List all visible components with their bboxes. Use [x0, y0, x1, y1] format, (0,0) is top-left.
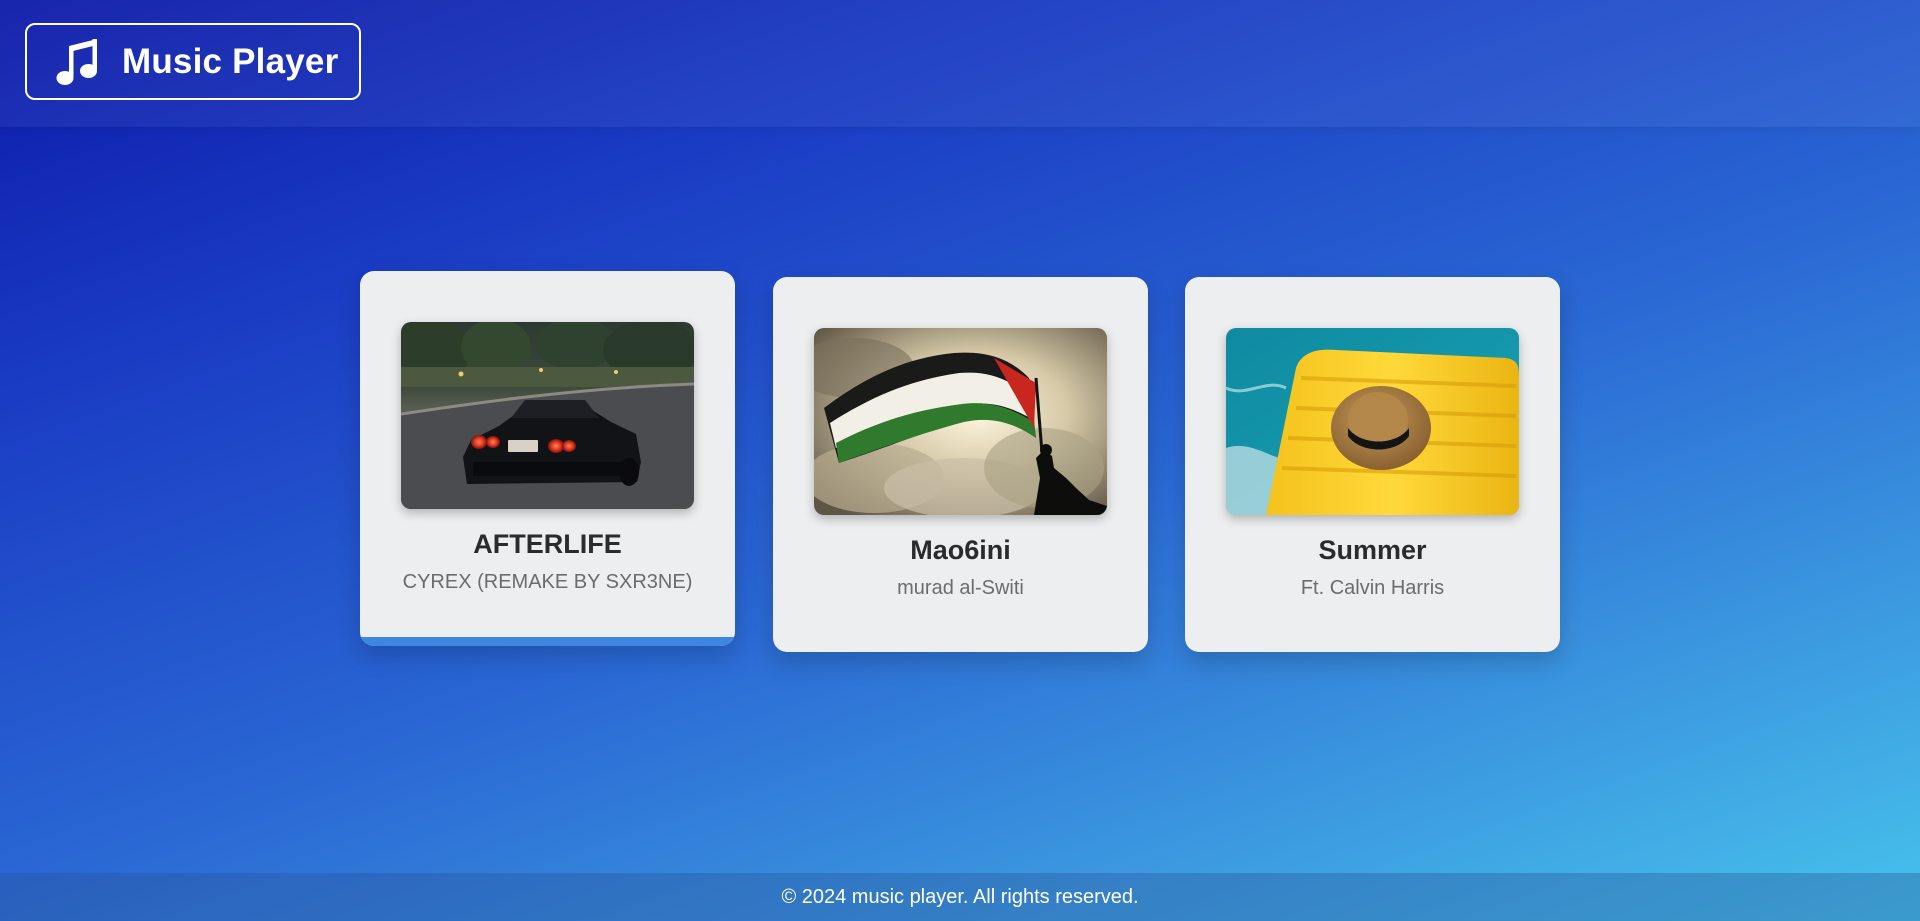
song-artist: CYREX (REMAKE BY SXR3NE) — [402, 571, 693, 593]
music-note-icon — [52, 36, 104, 88]
cover-image-afterlife — [401, 322, 694, 509]
song-title: Summer — [1318, 535, 1427, 565]
app-title: Music Player — [122, 41, 339, 81]
song-card-mao6ini[interactable]: Mao6ini murad al-Switi — [773, 277, 1148, 652]
top-header: Music Player — [0, 0, 1920, 127]
song-card-afterlife[interactable]: AFTERLIFE CYREX (REMAKE BY SXR3NE) — [360, 271, 735, 646]
song-artist: murad al-Switi — [897, 577, 1024, 599]
cover-image-mao6ini — [814, 328, 1107, 515]
footer: © 2024 music player. All rights reserved… — [0, 873, 1920, 921]
app-logo[interactable]: Music Player — [25, 23, 361, 100]
copyright-text: © 2024 music player. All rights reserved… — [781, 885, 1139, 908]
song-card-summer[interactable]: Summer Ft. Calvin Harris — [1185, 277, 1560, 652]
song-title: Mao6ini — [910, 535, 1011, 565]
active-indicator — [360, 637, 735, 646]
song-title: AFTERLIFE — [473, 529, 622, 559]
cover-image-summer — [1226, 328, 1519, 515]
song-artist: Ft. Calvin Harris — [1300, 577, 1445, 599]
